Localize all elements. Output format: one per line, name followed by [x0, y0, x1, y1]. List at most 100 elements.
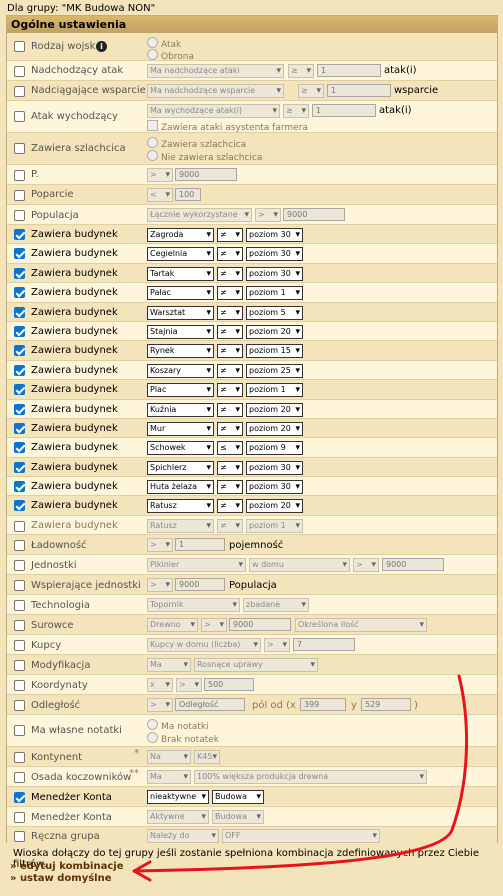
building-select[interactable]: Mur [147, 421, 214, 436]
points-op-select[interactable]: > [147, 168, 173, 182]
building-select[interactable]: Cegielnia [147, 247, 214, 262]
modifier-checkbox[interactable] [14, 659, 25, 671]
building-off-op[interactable]: ≠ [217, 518, 243, 533]
notes-radio-has[interactable]: Ma notatki [147, 719, 209, 732]
resources-res-select[interactable]: Drewno [147, 617, 198, 632]
building-checkbox[interactable] [14, 422, 25, 434]
coords-checkbox[interactable] [14, 679, 25, 691]
continent-checkbox[interactable] [14, 751, 25, 763]
population-select[interactable]: Łącznie wykorzystane [147, 208, 252, 222]
units-where-select[interactable]: w domu [249, 557, 350, 572]
coords-axis-select[interactable]: x [147, 677, 173, 692]
building-level-select[interactable]: poziom 25 [246, 363, 303, 378]
building-checkbox[interactable] [14, 442, 25, 454]
building-level-select[interactable]: poziom 30 [246, 480, 303, 495]
building-op-select[interactable]: ≠ [217, 363, 243, 378]
manual-group-select[interactable]: OFF [222, 828, 380, 843]
building-level-select[interactable]: poziom 30 [246, 266, 303, 281]
building-checkbox[interactable] [14, 403, 25, 415]
manual-checkbox[interactable] [14, 830, 25, 842]
building-level-select[interactable]: poziom 1 [246, 286, 303, 301]
notes-checkbox[interactable] [14, 724, 25, 736]
building-select[interactable]: Tartak [147, 266, 214, 281]
manager1-state-select[interactable]: nieaktywne [147, 789, 209, 804]
building-select[interactable]: Schowek [147, 441, 214, 456]
tech-unit-select[interactable]: Topornik [147, 597, 240, 612]
building-select[interactable]: Kuźnia [147, 402, 214, 417]
army-checkbox[interactable] [14, 41, 25, 52]
building-level-select[interactable]: poziom 30 [246, 460, 303, 475]
building-checkbox[interactable] [14, 500, 25, 512]
building-op-select[interactable]: ≠ [217, 266, 243, 281]
building-level-select[interactable]: poziom 20 [246, 499, 303, 514]
building-level-select[interactable]: poziom 5 [246, 305, 303, 320]
building-op-select[interactable]: ≠ [217, 383, 243, 398]
building-checkbox[interactable] [14, 306, 25, 318]
building-op-select[interactable]: ≠ [217, 228, 243, 242]
nomad-bonus-select[interactable]: 100% większa produkcja drewna [194, 769, 427, 784]
building-op-select[interactable]: ≠ [217, 499, 243, 514]
merchants-checkbox[interactable] [14, 639, 25, 651]
manager1-checkbox[interactable] [14, 791, 25, 803]
building-op-select[interactable]: ≠ [217, 344, 243, 359]
manager2-checkbox[interactable] [14, 811, 25, 823]
capacity-input[interactable]: 1 [175, 537, 225, 551]
incoming-checkbox[interactable] [14, 66, 25, 77]
support-units-input[interactable]: 9000 [175, 577, 225, 591]
building-checkbox[interactable] [14, 267, 25, 279]
resources-checkbox[interactable] [14, 619, 25, 631]
building-level-select[interactable]: poziom 15 [246, 344, 303, 359]
resources-input[interactable]: 9000 [229, 617, 291, 631]
support-select[interactable]: Ma nadchodzące wsparcie [147, 84, 284, 98]
merchants-type-select[interactable]: Kupcy w domu (liczba) [147, 637, 261, 652]
population-input[interactable]: 9000 [283, 208, 345, 221]
resources-op-select[interactable]: > [201, 617, 227, 632]
outgoing-checkbox[interactable] [14, 111, 25, 122]
building-level-select[interactable]: poziom 20 [246, 324, 303, 339]
noble-checkbox[interactable] [14, 143, 25, 154]
building-checkbox[interactable] [14, 229, 25, 240]
building-checkbox[interactable] [14, 461, 25, 473]
building-select[interactable]: Plac [147, 383, 214, 398]
outgoing-farm-checkbox[interactable]: Zawiera ataki asystenta farmera [147, 120, 308, 133]
manager1-type-select[interactable]: Budowa [212, 789, 264, 804]
edit-combinations-link[interactable]: » edytuj kombinacje [10, 861, 123, 872]
building-checkbox[interactable] [14, 364, 25, 376]
incoming-select[interactable]: Ma nadchodzące ataki [147, 64, 284, 78]
modifier-has-select[interactable]: Ma [147, 657, 191, 672]
support-input[interactable]: 1 [327, 84, 391, 97]
outgoing-op-select[interactable]: ≥ [283, 104, 309, 118]
building-checkbox[interactable] [14, 481, 25, 493]
capacity-op-select[interactable]: > [147, 537, 173, 552]
manager2-type-select[interactable]: Budowa [212, 809, 264, 824]
building-select[interactable]: Zagroda [147, 228, 214, 242]
tech-checkbox[interactable] [14, 599, 25, 611]
noble-radio-none[interactable]: Nie zawiera szlachcica [147, 150, 262, 163]
building-off-level[interactable]: poziom 1 [246, 518, 303, 533]
building-level-select[interactable]: poziom 20 [246, 421, 303, 436]
building-op-select[interactable]: ≠ [217, 421, 243, 436]
tech-state-select[interactable]: zbadane [243, 597, 309, 612]
units-op-select[interactable]: > [353, 557, 379, 572]
notes-radio-none[interactable]: Brak notatek [147, 732, 219, 745]
units-select[interactable]: Pikinier [147, 557, 246, 572]
building-select[interactable]: Rynek [147, 344, 214, 359]
loyalty-checkbox[interactable] [14, 190, 25, 201]
population-op-select[interactable]: > [255, 208, 281, 222]
building-level-select[interactable]: poziom 20 [246, 402, 303, 417]
distance-x-input[interactable]: 399 [300, 697, 346, 711]
loyalty-op-select[interactable]: < [147, 188, 173, 202]
population-checkbox[interactable] [14, 210, 25, 221]
merchants-input[interactable]: 7 [293, 637, 355, 651]
distance-y-input[interactable]: 529 [361, 697, 411, 711]
coords-input[interactable]: 500 [204, 677, 254, 691]
building-op-select[interactable]: ≤ [217, 441, 243, 456]
resources-mode-select[interactable]: Określona ilość [295, 617, 427, 632]
building-op-select[interactable]: ≠ [217, 305, 243, 320]
noble-radio-has[interactable]: Zawiera szlachcica [147, 137, 246, 150]
outgoing-input[interactable]: 1 [312, 104, 376, 117]
coords-op-select[interactable]: > [176, 677, 202, 692]
building-checkbox[interactable] [14, 287, 25, 299]
building-op-select[interactable]: ≠ [217, 402, 243, 417]
building-op-select[interactable]: ≠ [217, 324, 243, 339]
